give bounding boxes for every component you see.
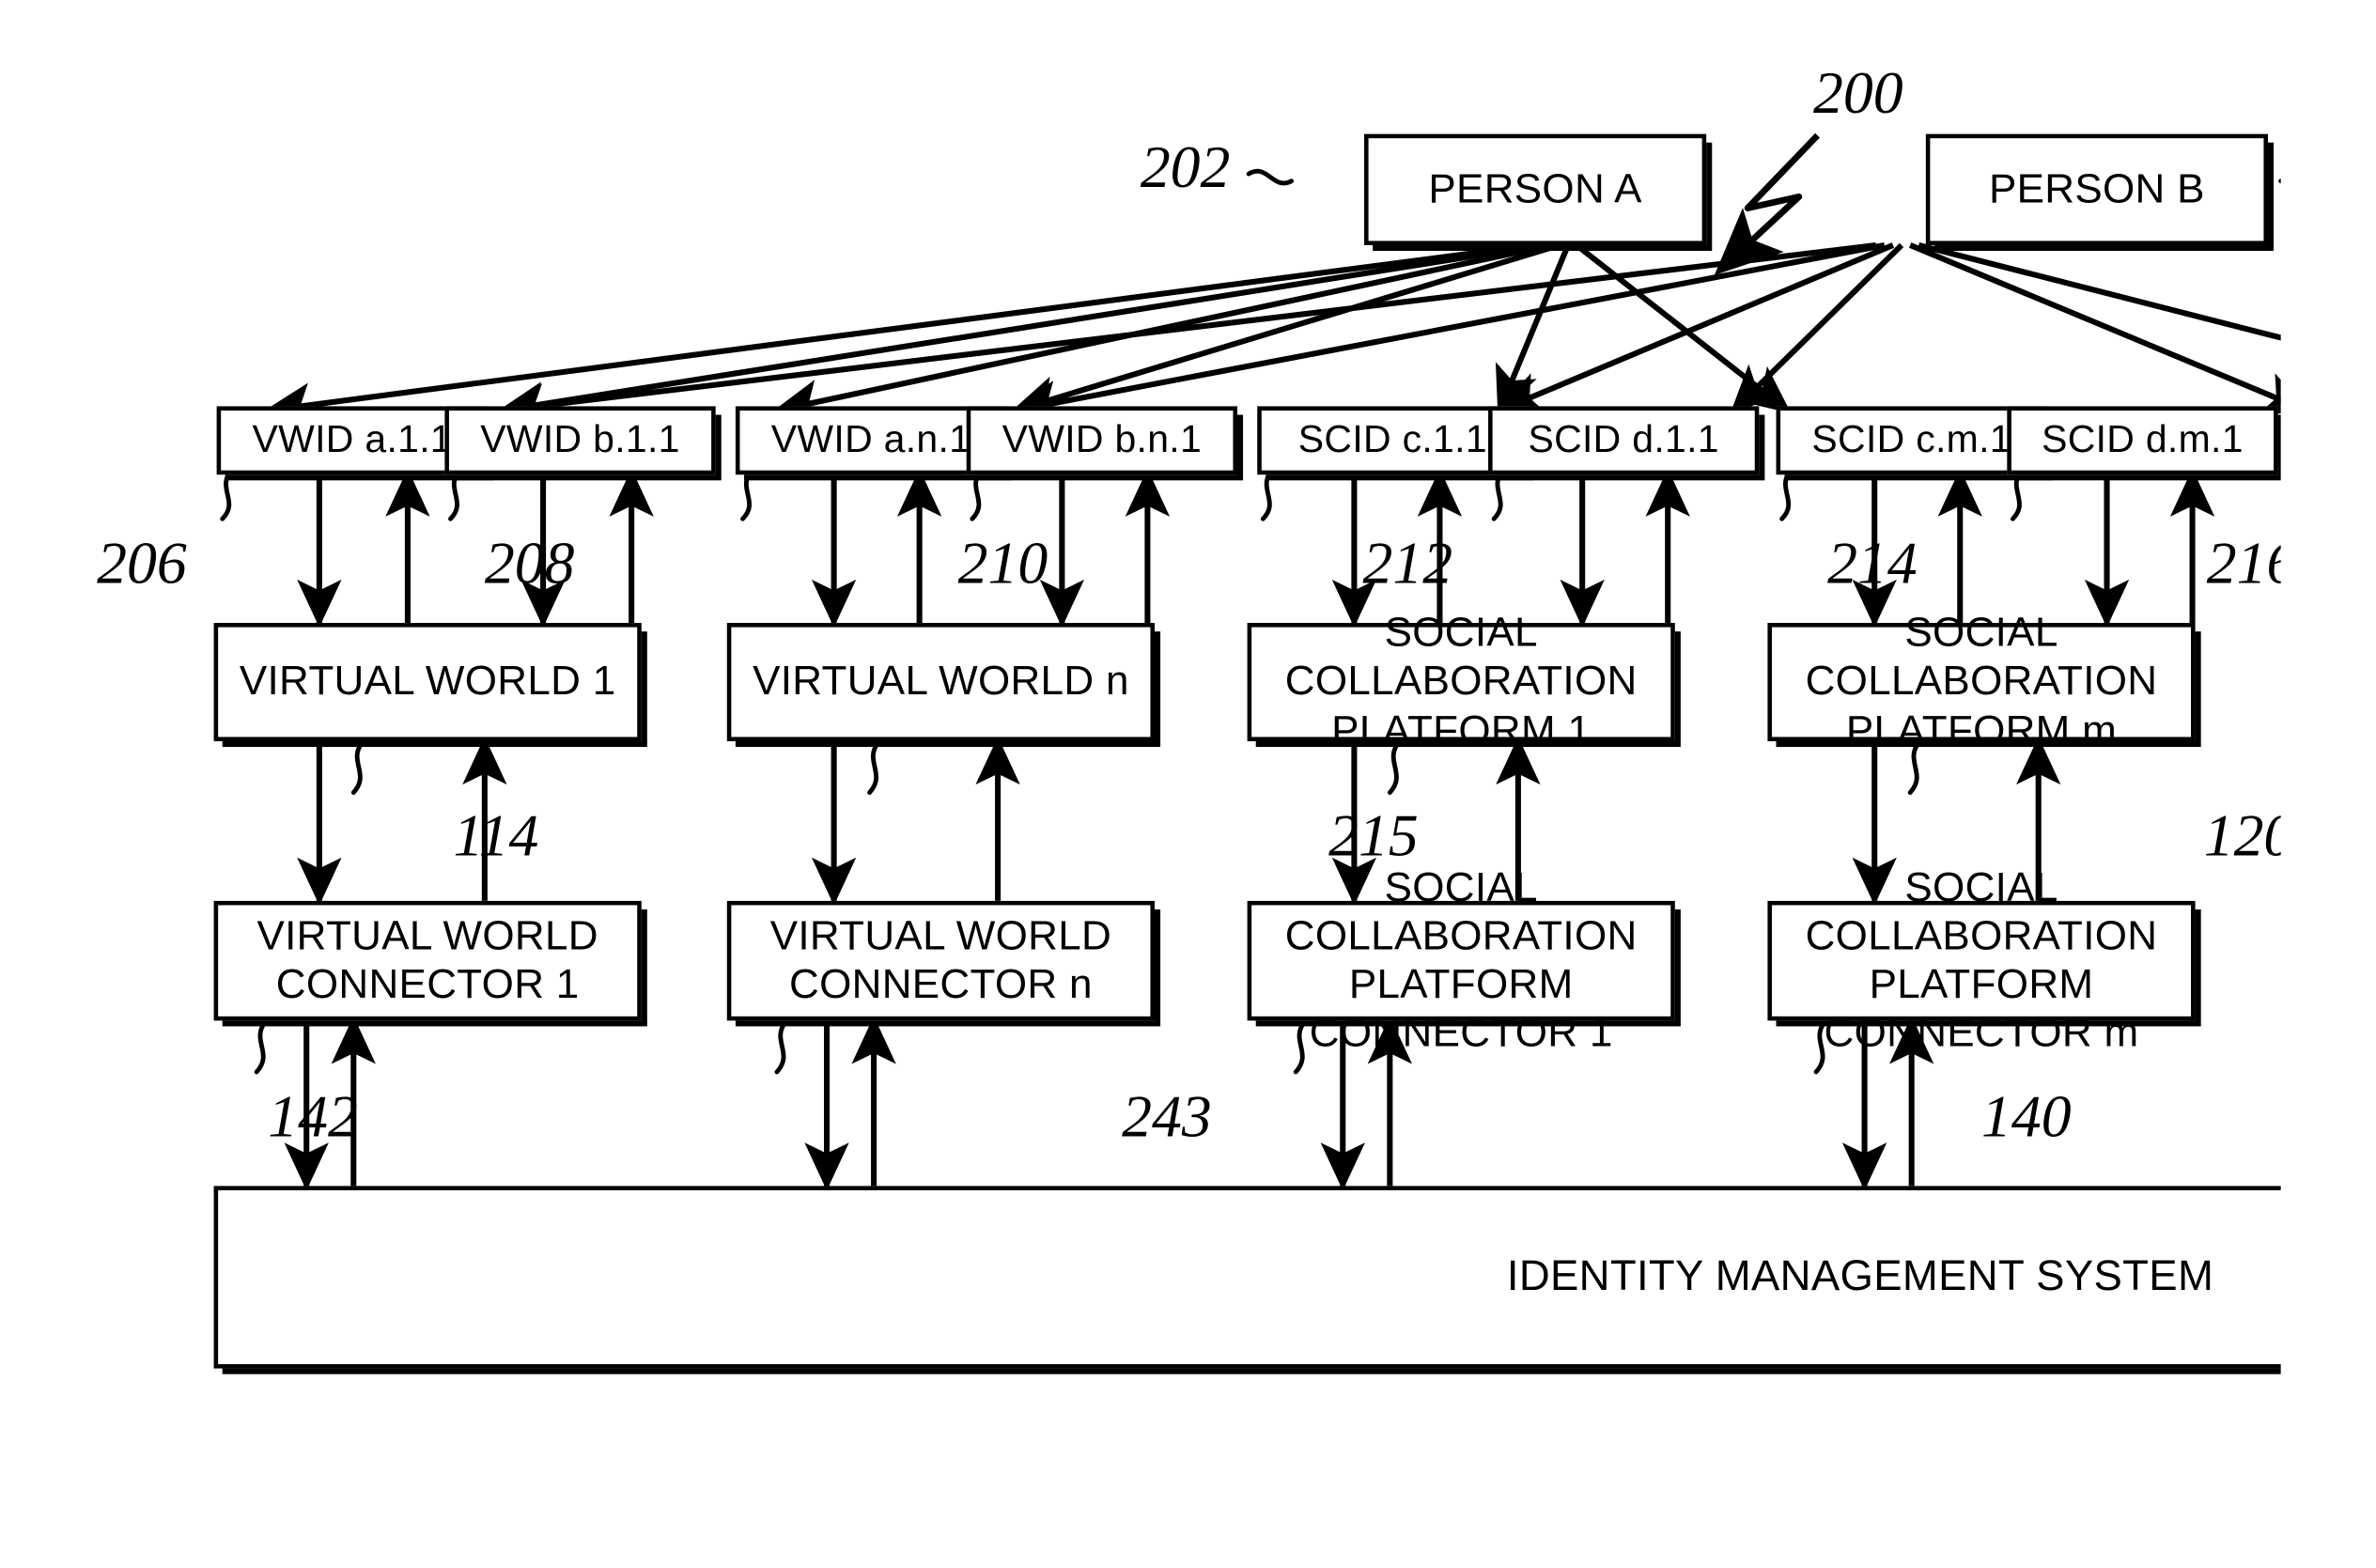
ref-212: 212: [1362, 531, 1453, 598]
platform-line-1: SOCIAL COLLABORATION: [1805, 610, 2158, 706]
connector-box-virtual-world-n[interactable]: VIRTUAL WORLD CONNECTOR n: [726, 900, 1155, 1021]
connector-line-1: SOCIAL COLLABORATION: [1805, 864, 2158, 959]
platform-box-virtual-world-n[interactable]: VIRTUAL WORLD n: [726, 623, 1155, 741]
identity-box-vwid-bn1[interactable]: VWID b.n.1: [966, 406, 1237, 475]
ref-142: 142: [268, 1084, 358, 1151]
platform-line-1: VIRTUAL WORLD n: [753, 659, 1129, 706]
ref-202: 202: [1140, 135, 1231, 201]
figure-200-squiggle-arrow: [1714, 132, 1820, 275]
ref-206: 206: [97, 531, 187, 598]
ref-214: 214: [1827, 531, 1918, 598]
connector-line-1: SOCIAL COLLABORATION: [1284, 864, 1638, 959]
connector-to-system-links: [284, 1016, 1934, 1191]
identity-label: SCID d.1.1: [1528, 417, 1719, 461]
figure-number-200: 200: [1812, 61, 1903, 128]
connector-line-2: PLATFORM CONNECTOR m: [1824, 962, 2139, 1057]
connector-line-1: VIRTUAL WORLD: [256, 913, 598, 959]
ref-208: 208: [484, 531, 575, 598]
platform-box-virtual-world-1[interactable]: VIRTUAL WORLD 1: [213, 623, 642, 741]
identity-label: VWID b.1.1: [480, 417, 680, 461]
ref-216: 216: [2206, 531, 2281, 598]
person-a-box[interactable]: PERSON A: [1364, 133, 1707, 245]
ref-243: 243: [1122, 1084, 1212, 1151]
connector-line-2: PLATFORM CONNECTOR 1: [1309, 962, 1613, 1057]
platform-line-1: VIRTUAL WORLD 1: [239, 659, 616, 706]
identity-label: VWID b.n.1: [1002, 417, 1203, 461]
identity-box-scid-d11[interactable]: SCID d.1.1: [1488, 406, 1760, 475]
person-b-fanout: [497, 241, 2281, 427]
platform-line-1: SOCIAL COLLABORATION: [1284, 610, 1638, 706]
ref-114: 114: [453, 803, 539, 870]
platform-box-social-collab-m[interactable]: SOCIAL COLLABORATION PLATFORM m: [1767, 611, 2196, 753]
person-a-label: PERSON A: [1428, 166, 1642, 212]
ref-140: 140: [1981, 1084, 2072, 1151]
identity-label: SCID c.1.1: [1297, 417, 1487, 461]
person-b-label: PERSON B: [1988, 166, 2205, 212]
connector-box-social-collab-m[interactable]: SOCIAL COLLABORATION PLATFORM CONNECTOR …: [1767, 864, 2196, 1057]
platform-box-social-collab-1[interactable]: SOCIAL COLLABORATION PLATFORM 1: [1247, 611, 1675, 753]
connector-line-2: CONNECTOR 1: [275, 962, 580, 1008]
connector-line-1: VIRTUAL WORLD: [769, 913, 1112, 959]
identity-management-system-label: IDENTITY MANAGEMENT SYSTEM: [1506, 1253, 2214, 1301]
identity-label: SCID d.m.1: [2042, 417, 2244, 461]
identity-box-vwid-b11[interactable]: VWID b.1.1: [444, 406, 716, 475]
identity-box-scid-dm1[interactable]: SCID d.m.1: [2007, 406, 2278, 475]
ref-120: 120: [2203, 803, 2281, 870]
ref-215: 215: [1328, 803, 1419, 870]
person-b-box[interactable]: PERSON B: [1925, 133, 2268, 245]
identity-label: VWID a.n.1: [770, 417, 971, 461]
platform-line-2: PLATFORM 1: [1331, 707, 1592, 754]
connector-line-2: CONNECTOR n: [789, 962, 1093, 1008]
connector-box-social-collab-1[interactable]: SOCIAL COLLABORATION PLATFORM CONNECTOR …: [1247, 864, 1675, 1057]
person-a-fanout: [263, 241, 1792, 427]
ref-210: 210: [957, 531, 1048, 598]
platform-line-2: PLATFORM m: [1845, 707, 2118, 754]
identity-label: SCID c.m.1: [1811, 417, 2011, 461]
connector-box-virtual-world-1[interactable]: VIRTUAL WORLD CONNECTOR 1: [213, 900, 642, 1021]
identity-management-system-bar[interactable]: IDENTITY MANAGEMENT SYSTEM: [213, 1186, 2281, 1369]
patent-figure-canvas: 200 PERSON A 202 PERSON B 204 VWID a.1.1…: [0, 0, 2281, 1568]
